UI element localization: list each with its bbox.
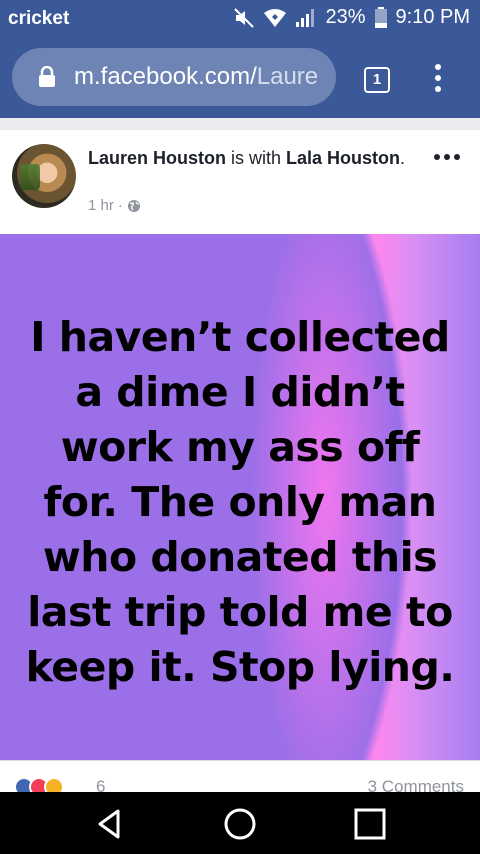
url-path: Laure	[256, 63, 319, 90]
home-icon[interactable]	[222, 806, 258, 842]
system-nav-bar	[0, 792, 480, 854]
more-vert-icon[interactable]	[430, 64, 446, 96]
tagged-user-link[interactable]: Lala Houston	[286, 148, 400, 168]
battery-icon	[374, 6, 387, 28]
back-icon[interactable]	[92, 806, 128, 842]
url-bar[interactable]: m.facebook.com/Laure	[12, 48, 336, 106]
signal-icon	[296, 8, 315, 27]
tab-switcher-button[interactable]: 1	[364, 67, 390, 93]
with-text: is with	[226, 148, 287, 168]
recents-icon[interactable]	[352, 806, 388, 842]
reaction-icons[interactable]	[14, 777, 64, 792]
globe-icon	[127, 199, 140, 212]
carrier-name: cricket	[8, 8, 70, 29]
post-background-image[interactable]: I haven’t collected a dime I didn’t work…	[0, 234, 480, 760]
post-header: Lauren Houston is with Lala Houston. 1 h…	[0, 130, 480, 234]
comments-count-link[interactable]: 3 Comments	[368, 777, 464, 792]
reaction-count[interactable]: 6	[96, 777, 105, 792]
wifi-icon	[264, 8, 287, 27]
post-text: I haven’t collected a dime I didn’t work…	[25, 313, 455, 691]
author-name-link[interactable]: Lauren Houston	[88, 148, 226, 168]
tagged-suffix: .	[400, 148, 406, 168]
url-text: m.facebook.com/Laure	[74, 63, 318, 91]
battery-percent: 23%	[325, 6, 366, 28]
url-domain: m.facebook.com/	[74, 63, 257, 90]
clock: 9:10 PM	[395, 6, 470, 28]
mute-icon	[234, 7, 255, 28]
meta-separator: ·	[117, 197, 123, 214]
haha-icon	[44, 777, 64, 792]
avatar[interactable]	[12, 144, 76, 208]
reactions-bar: 6 3 Comments	[0, 760, 480, 792]
post-time[interactable]: 1 hr	[88, 197, 114, 214]
post-meta: 1 hr ·	[88, 197, 141, 214]
lock-icon	[39, 66, 55, 87]
status-icons: 23% 9:10 PM	[233, 6, 470, 29]
status-bar: cricket 23% 9:10 PM	[0, 0, 480, 38]
author-line: Lauren Houston is with Lala Houston.	[88, 146, 418, 170]
post-options-button[interactable]	[434, 154, 460, 160]
browser-toolbar: m.facebook.com/Laure 1	[0, 38, 480, 118]
